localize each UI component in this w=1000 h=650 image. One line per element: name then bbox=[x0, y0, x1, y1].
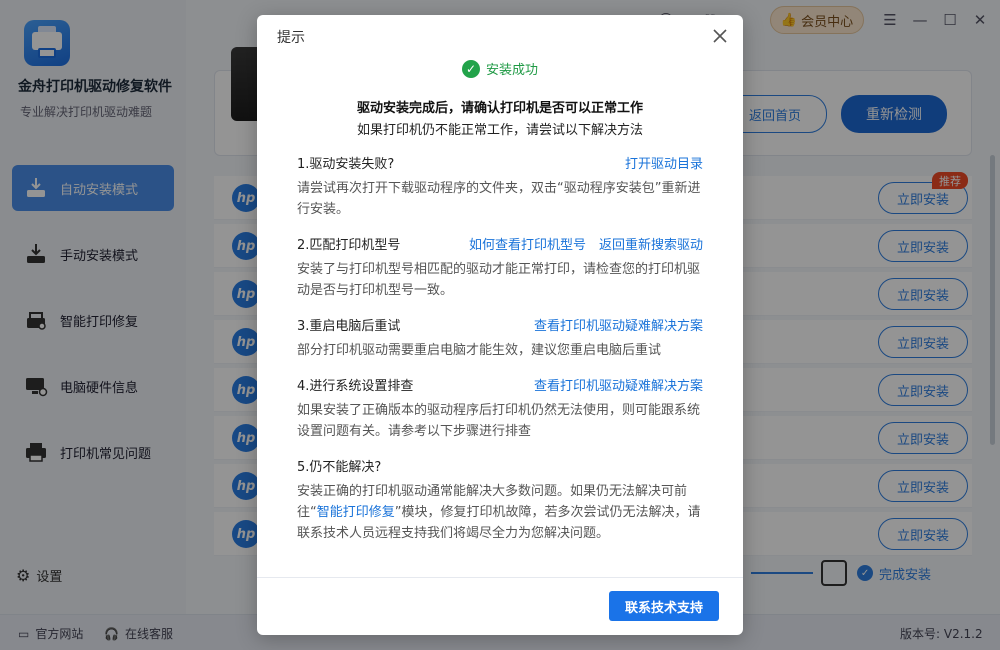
dialog-subline: 如果打印机仍不能正常工作，请尝试以下解决方法 bbox=[356, 123, 643, 138]
dialog-divider bbox=[257, 577, 743, 578]
section-heading: 1.驱动安装失败? bbox=[297, 157, 395, 172]
section-text: 部分打印机驱动需要重启电脑才能生效，建议您重启电脑后重试 bbox=[297, 343, 662, 358]
section-text: 如果安装了正确版本的驱动程序后打印机仍然无法使用，则可能跟系统设置问题有关。请参… bbox=[297, 403, 701, 439]
contact-support-button[interactable]: 联系技术支持 bbox=[609, 591, 719, 621]
solution-link[interactable]: 查看打印机驱动疑难解决方案 bbox=[534, 375, 703, 394]
section-text: 请尝试再次打开下载驱动程序的文件夹，双击“驱动程序安装包”重新进行安装。 bbox=[297, 181, 701, 217]
smart-repair-link[interactable]: 智能打印修复 bbox=[317, 505, 395, 520]
tip-dialog: 提示 ✓ 安装成功 驱动安装完成后，请确认打印机是否可以正常工作 如果打印机仍不… bbox=[257, 15, 743, 635]
solution-link[interactable]: 查看打印机驱动疑难解决方案 bbox=[534, 315, 703, 334]
section-heading: 5.仍不能解决? bbox=[297, 460, 382, 475]
section-text: 安装正确的打印机驱动通常能解决大多数问题。如果仍无法解决可前往“智能打印修复”模… bbox=[297, 481, 707, 544]
dialog-headline: 驱动安装完成后，请确认打印机是否可以正常工作 bbox=[356, 101, 643, 116]
dialog-title: 提示 bbox=[277, 30, 305, 46]
close-icon[interactable] bbox=[709, 25, 731, 47]
research-driver-link[interactable]: 返回重新搜索驱动 bbox=[599, 234, 703, 253]
section-heading: 3.重启电脑后重试 bbox=[297, 319, 401, 334]
section-heading: 4.进行系统设置排查 bbox=[297, 379, 414, 394]
success-label: 安装成功 bbox=[485, 63, 538, 78]
success-check-icon: ✓ bbox=[461, 59, 480, 78]
check-model-link[interactable]: 如何查看打印机型号 bbox=[469, 234, 586, 253]
open-driver-folder-link[interactable]: 打开驱动目录 bbox=[625, 153, 703, 172]
section-heading: 2.匹配打印机型号 bbox=[297, 238, 401, 253]
success-status: ✓ 安装成功 bbox=[257, 59, 743, 78]
section-text: 安装了与打印机型号相匹配的驱动才能正常打印，请检查您的打印机驱动是否与打印机型号… bbox=[297, 262, 701, 298]
